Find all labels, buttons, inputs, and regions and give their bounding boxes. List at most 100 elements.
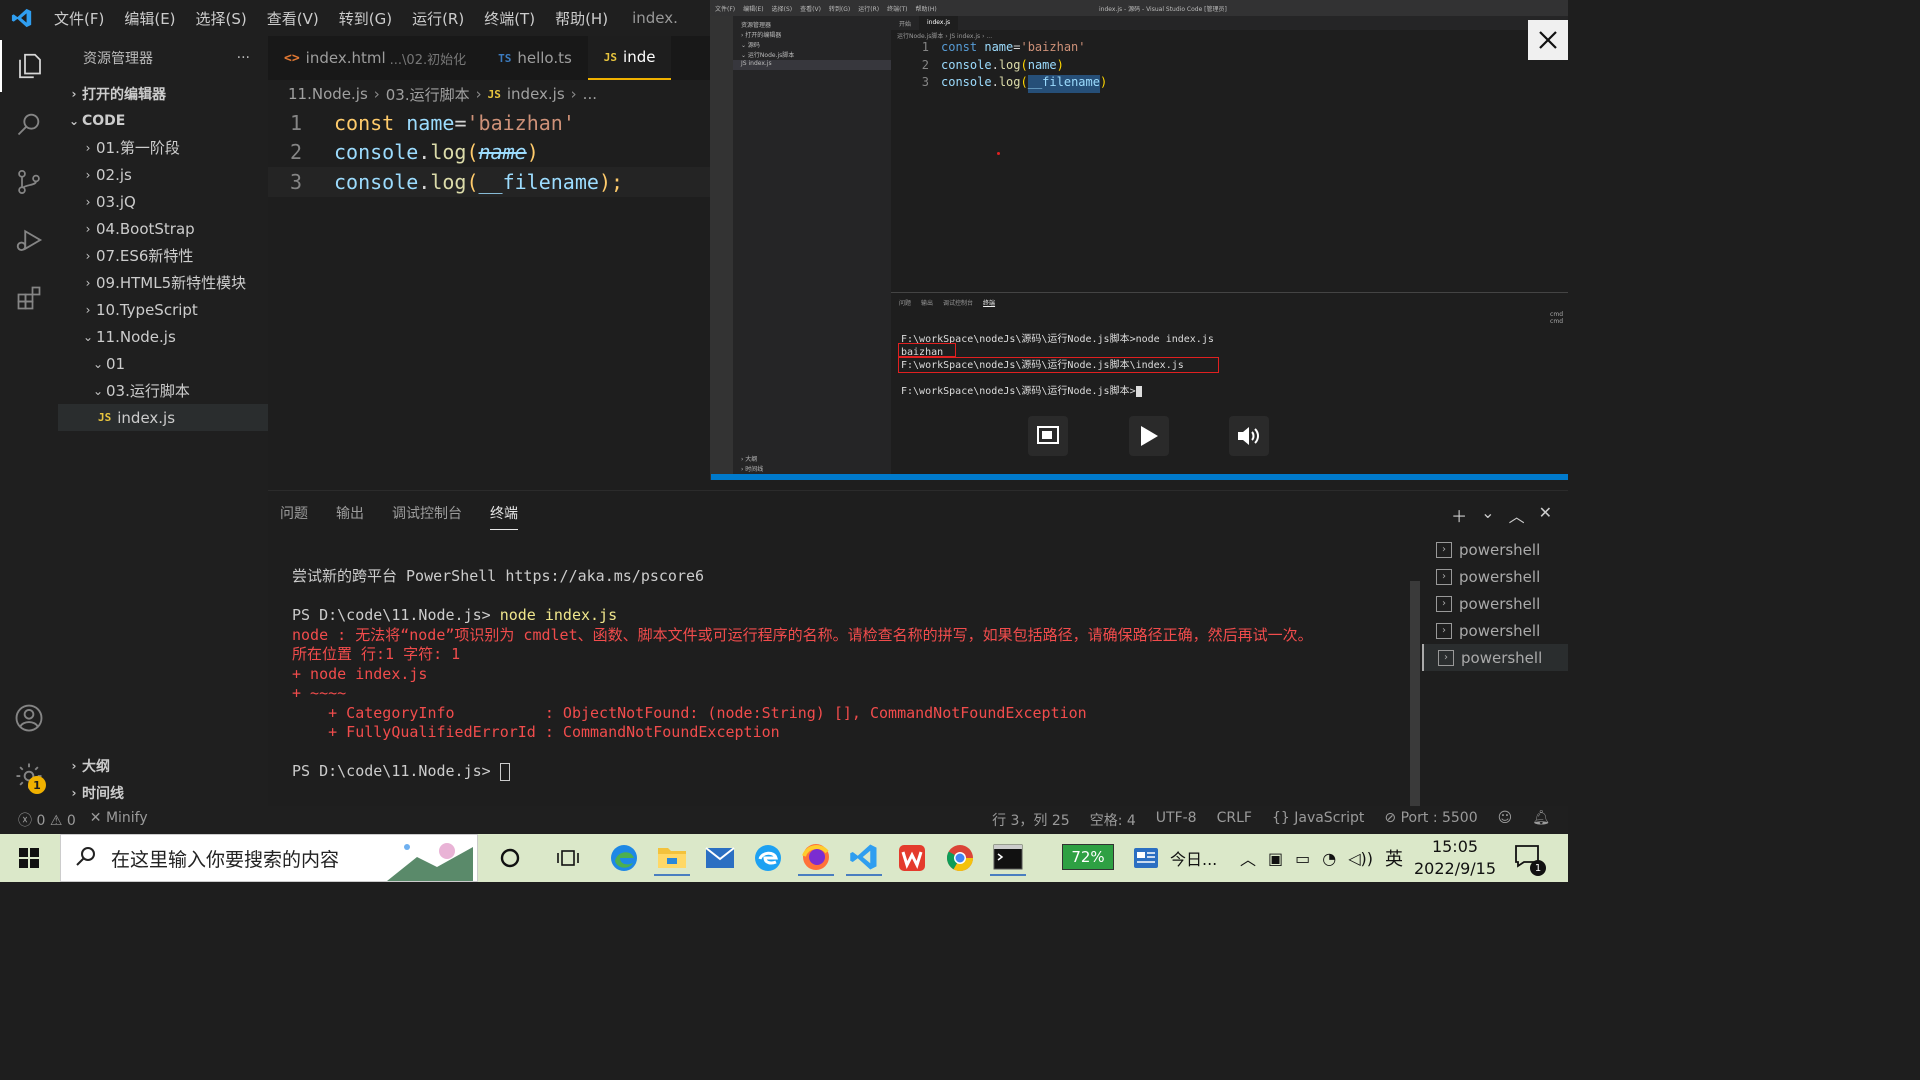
search-icon[interactable]	[0, 98, 58, 150]
ie-edge-icon[interactable]	[750, 840, 786, 876]
chevron-down-icon[interactable]: ⌄	[1481, 503, 1494, 527]
workspace-section[interactable]: ⌄ CODE	[58, 107, 268, 134]
tab-hello-ts[interactable]: TS hello.ts	[482, 36, 588, 80]
run-debug-icon[interactable]	[0, 214, 58, 266]
task-view-icon[interactable]	[550, 840, 586, 876]
cortana-icon[interactable]	[492, 840, 528, 876]
breadcrumb-item[interactable]: index.js	[507, 85, 565, 103]
breadcrumb-item[interactable]: 03.运行脚本	[386, 84, 470, 105]
minify-status[interactable]: ✕ Minify	[90, 810, 148, 830]
menu-terminal[interactable]: 终端(T)	[474, 8, 545, 29]
screen-capture-icon[interactable]: ▣	[1268, 849, 1283, 868]
cursor-position[interactable]: 行 3，列 25	[992, 810, 1070, 830]
terminal-instance[interactable]: › powershell	[1422, 617, 1568, 644]
tree-folder-01[interactable]: ⌄ 01	[58, 350, 268, 377]
terminal-output[interactable]: 尝试新的跨平台 PowerShell https://aka.ms/pscore…	[292, 567, 1402, 782]
chrome-icon[interactable]	[942, 840, 978, 876]
tree-folder[interactable]: › 10.TypeScript	[58, 296, 268, 323]
battery-percentage[interactable]: 72%	[1062, 844, 1114, 870]
tab-problems[interactable]: 问题	[280, 503, 308, 530]
tab-index-html[interactable]: <> index.html ...\02.初始化	[268, 36, 482, 80]
mail-icon[interactable]	[702, 840, 738, 876]
taskbar-clock[interactable]: 15:05 2022/9/15	[1412, 836, 1498, 880]
video-play-icon[interactable]	[1129, 416, 1169, 456]
vscode-taskbar-icon[interactable]	[846, 840, 882, 876]
source-control-icon[interactable]	[0, 156, 58, 208]
code-punct: .	[418, 140, 431, 165]
tree-folder[interactable]: › 04.BootStrap	[58, 215, 268, 242]
language-mode[interactable]: {} JavaScript	[1272, 810, 1364, 830]
breadcrumb-item[interactable]: ...	[583, 85, 597, 103]
close-panel-icon[interactable]: ✕	[1539, 503, 1552, 527]
code-punct: .	[991, 75, 999, 89]
tree-folder[interactable]: › 09.HTML5新特性模块	[58, 269, 268, 296]
battery-icon[interactable]: ▭	[1295, 849, 1310, 868]
edge-browser-icon[interactable]	[606, 840, 642, 876]
tree-file-index-js[interactable]: JS index.js	[58, 404, 268, 431]
file-explorer-icon[interactable]	[654, 840, 690, 876]
new-terminal-plus-icon[interactable]: ＋	[1451, 503, 1467, 527]
line-ending[interactable]: CRLF	[1217, 810, 1252, 830]
code-editor[interactable]: 1 const name ='baizhan' 2 console. log(nam…	[268, 108, 710, 488]
tree-folder[interactable]: › 01.第一阶段	[58, 134, 268, 161]
live-server-port[interactable]: ⊘ Port : 5500	[1384, 810, 1477, 830]
tab-terminal[interactable]: 终端	[490, 503, 518, 530]
menu-edit[interactable]: 编辑(E)	[114, 8, 185, 29]
tab-output[interactable]: 输出	[336, 503, 364, 530]
notifications-bell-icon[interactable]: 🔔︎	[1532, 810, 1550, 830]
explorer-more-icon[interactable]: ···	[237, 50, 250, 66]
action-center-icon[interactable]: 1	[1514, 844, 1546, 876]
menu-help[interactable]: 帮助(H)	[545, 8, 618, 29]
terminal-instance-active[interactable]: › powershell	[1422, 644, 1568, 671]
video-fullscreen-icon[interactable]	[1028, 416, 1068, 456]
menu-view[interactable]: 查看(V)	[257, 8, 329, 29]
tree-folder[interactable]: › 03.jQ	[58, 188, 268, 215]
chevron-right-icon: ›	[373, 85, 380, 103]
maximize-panel-icon[interactable]: ︿	[1509, 503, 1525, 527]
indentation[interactable]: 空格: 4	[1090, 810, 1136, 830]
account-icon[interactable]	[0, 692, 58, 744]
terminal-scrollbar[interactable]	[1410, 581, 1420, 807]
tree-folder[interactable]: › 07.ES6新特性	[58, 242, 268, 269]
breadcrumb-item[interactable]: 11.Node.js	[288, 85, 368, 103]
tree-folder-node[interactable]: ⌄ 11.Node.js	[58, 323, 268, 350]
feedback-icon[interactable]: ☺	[1498, 810, 1513, 830]
menu-go[interactable]: 转到(G)	[329, 8, 402, 29]
menu-file[interactable]: 文件(F)	[44, 8, 114, 29]
volume-icon[interactable]: ◁))	[1348, 849, 1373, 868]
cmd-terminal-icon[interactable]	[990, 840, 1026, 876]
news-widget-label[interactable]: 今日...	[1170, 834, 1217, 882]
folder-label: 01.第一阶段	[96, 139, 180, 157]
news-widget-icon[interactable]	[1128, 840, 1164, 876]
encoding[interactable]: UTF-8	[1156, 810, 1197, 830]
tab-debug-console[interactable]: 调试控制台	[392, 503, 462, 530]
system-tray: ︿ ▣ ▭ ◔ ◁)) 英	[1240, 834, 1403, 882]
wps-office-icon[interactable]	[894, 840, 930, 876]
open-editors-section[interactable]: › 打开的编辑器	[58, 80, 268, 107]
video-close-icon[interactable]	[1528, 20, 1568, 60]
folder-label: 09.HTML5新特性模块	[96, 274, 247, 292]
timeline-section[interactable]: › 时间线	[58, 779, 268, 806]
terminal-instance[interactable]: › powershell	[1422, 563, 1568, 590]
taskbar-search-box[interactable]: 在这里输入你要搜索的内容	[60, 834, 478, 882]
explorer-icon[interactable]	[0, 40, 58, 92]
highlight-box	[898, 343, 956, 357]
tab-index-js[interactable]: JS inde	[587, 36, 672, 80]
show-hidden-icons-icon[interactable]: ︿	[1240, 846, 1256, 870]
extensions-icon[interactable]	[0, 272, 58, 324]
tree-folder-run[interactable]: ⌄ 03.运行脚本	[58, 377, 268, 404]
problems-status[interactable]: ⓧ 0 ⚠ 0	[18, 810, 76, 830]
video-volume-icon[interactable]	[1229, 416, 1269, 456]
firefox-icon[interactable]	[798, 840, 834, 876]
input-method-indicator[interactable]: 英	[1385, 845, 1403, 871]
windows-start-icon[interactable]	[0, 834, 58, 882]
outline-section[interactable]: › 大纲	[58, 752, 268, 779]
video-player[interactable]: 文件(F) 编辑(E) 选择(S) 查看(V) 转到(G) 运行(R) 终端(T…	[710, 0, 1568, 480]
menu-run[interactable]: 运行(R)	[402, 8, 474, 29]
terminal-instance[interactable]: › powershell	[1422, 536, 1568, 563]
tree-folder[interactable]: › 02.js	[58, 161, 268, 188]
terminal-instance[interactable]: › powershell	[1422, 590, 1568, 617]
settings-gear-icon[interactable]: 1	[0, 750, 58, 802]
wifi-icon[interactable]: ◔	[1322, 849, 1336, 868]
menu-selection[interactable]: 选择(S)	[186, 8, 257, 29]
